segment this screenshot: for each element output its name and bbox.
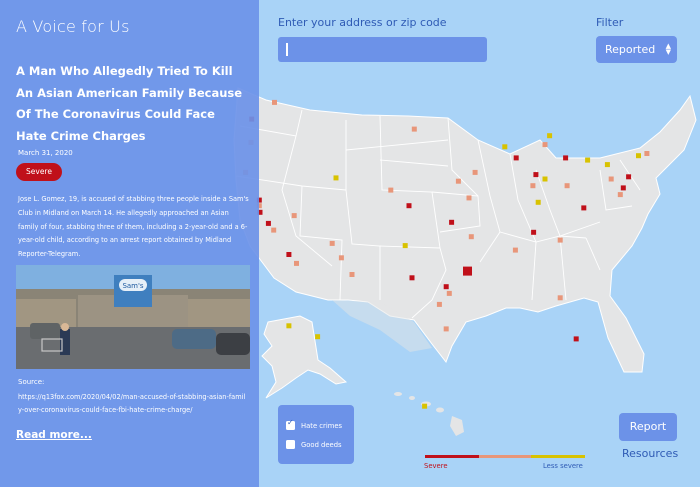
incident-marker[interactable]	[617, 192, 623, 198]
incident-marker[interactable]	[329, 240, 335, 246]
incident-marker[interactable]	[422, 403, 428, 409]
incident-marker[interactable]	[564, 183, 570, 189]
incident-marker[interactable]	[581, 205, 587, 211]
incident-marker[interactable]	[531, 229, 537, 235]
address-label: Enter your address or zip code	[278, 16, 447, 29]
incident-marker[interactable]	[557, 237, 563, 243]
store-sign-text: Sam's	[122, 282, 143, 290]
incident-marker[interactable]	[513, 155, 519, 161]
address-input[interactable]	[278, 37, 487, 62]
text-caret	[286, 43, 288, 56]
select-arrows-icon: ▲ ▼	[665, 42, 671, 56]
incident-marker[interactable]	[272, 99, 277, 105]
incident-marker[interactable]	[620, 185, 626, 191]
legend-less-severe-label: Less severe	[543, 462, 583, 470]
incident-marker[interactable]	[512, 247, 518, 253]
incident-marker[interactable]	[463, 266, 472, 276]
toggle-hate-crimes[interactable]: ✓ Hate crimes	[286, 416, 354, 435]
incident-marker[interactable]	[573, 336, 579, 342]
incident-marker[interactable]	[315, 334, 321, 340]
incident-marker[interactable]	[349, 272, 355, 277]
incident-marker[interactable]	[626, 174, 632, 180]
incident-marker[interactable]	[286, 252, 292, 257]
app-title: A Voice for Us	[16, 17, 130, 36]
report-button[interactable]: Report	[619, 413, 677, 441]
good-deeds-checkbox[interactable]	[286, 440, 295, 449]
incident-marker[interactable]	[468, 234, 474, 240]
filter-selected-value: Reported	[605, 43, 656, 56]
incident-marker[interactable]	[286, 323, 292, 329]
toggle-label: Hate crimes	[301, 421, 343, 430]
article-headline: A Man Who Allegedly Tried To Kill An Asi…	[16, 64, 243, 143]
incident-marker[interactable]	[466, 195, 472, 201]
toggle-label: Good deeds	[301, 440, 342, 449]
incident-marker[interactable]	[333, 175, 339, 181]
incident-marker[interactable]	[443, 326, 449, 332]
category-toggle-panel: ✓ Hate crimes Good deeds	[278, 405, 354, 464]
incident-marker[interactable]	[449, 219, 455, 225]
article-sidebar: A Voice for Us A Man Who Allegedly Tried…	[0, 0, 259, 487]
incident-marker[interactable]	[604, 162, 610, 168]
incident-marker[interactable]	[608, 176, 614, 182]
incident-marker[interactable]	[443, 284, 449, 290]
incident-marker[interactable]	[502, 144, 508, 150]
incident-marker[interactable]	[409, 275, 415, 281]
incident-marker[interactable]	[265, 220, 271, 226]
severity-badge: Severe	[16, 163, 62, 181]
incident-marker[interactable]	[294, 260, 299, 266]
incident-marker[interactable]	[406, 203, 412, 209]
source-label: Source:	[18, 378, 45, 386]
article-summary: Jose L. Gomez, 19, is accused of stabbin…	[18, 195, 249, 259]
checkmark-icon: ✓	[287, 418, 294, 427]
resources-link[interactable]: Resources	[622, 447, 678, 460]
incident-marker[interactable]	[338, 255, 344, 261]
filter-label: Filter	[596, 16, 624, 29]
incident-marker[interactable]	[563, 155, 569, 161]
severity-legend-bar	[425, 455, 585, 458]
incident-marker[interactable]	[472, 169, 478, 175]
toggle-good-deeds[interactable]: Good deeds	[286, 435, 354, 454]
source-url[interactable]: https://q13fox.com/2020/04/02/man-accuse…	[18, 391, 246, 416]
incident-marker[interactable]	[585, 157, 591, 163]
incident-marker[interactable]	[271, 227, 277, 233]
filter-select[interactable]: Reported ▲ ▼	[596, 36, 677, 63]
read-more-link[interactable]: Read more...	[16, 429, 92, 441]
incident-marker[interactable]	[455, 178, 461, 184]
incident-marker[interactable]	[402, 243, 408, 249]
incident-marker[interactable]	[542, 176, 548, 182]
legend-severe-label: Severe	[424, 462, 448, 470]
incident-marker[interactable]	[436, 301, 442, 307]
hate-crimes-checkbox[interactable]: ✓	[286, 418, 295, 430]
incident-marker[interactable]	[535, 199, 541, 205]
incident-marker[interactable]	[636, 153, 641, 159]
incident-marker[interactable]	[530, 183, 536, 189]
incident-marker[interactable]	[557, 295, 563, 301]
incident-marker[interactable]	[411, 126, 417, 132]
incident-marker[interactable]	[547, 133, 553, 139]
incident-marker[interactable]	[291, 213, 297, 219]
incident-marker[interactable]	[388, 187, 394, 193]
incident-marker[interactable]	[533, 172, 539, 178]
incident-marker[interactable]	[644, 151, 650, 156]
article-photo: Sam's	[16, 265, 250, 369]
incident-marker[interactable]	[542, 142, 548, 148]
incident-marker[interactable]	[446, 290, 452, 296]
article-date: March 31, 2020	[18, 149, 73, 157]
